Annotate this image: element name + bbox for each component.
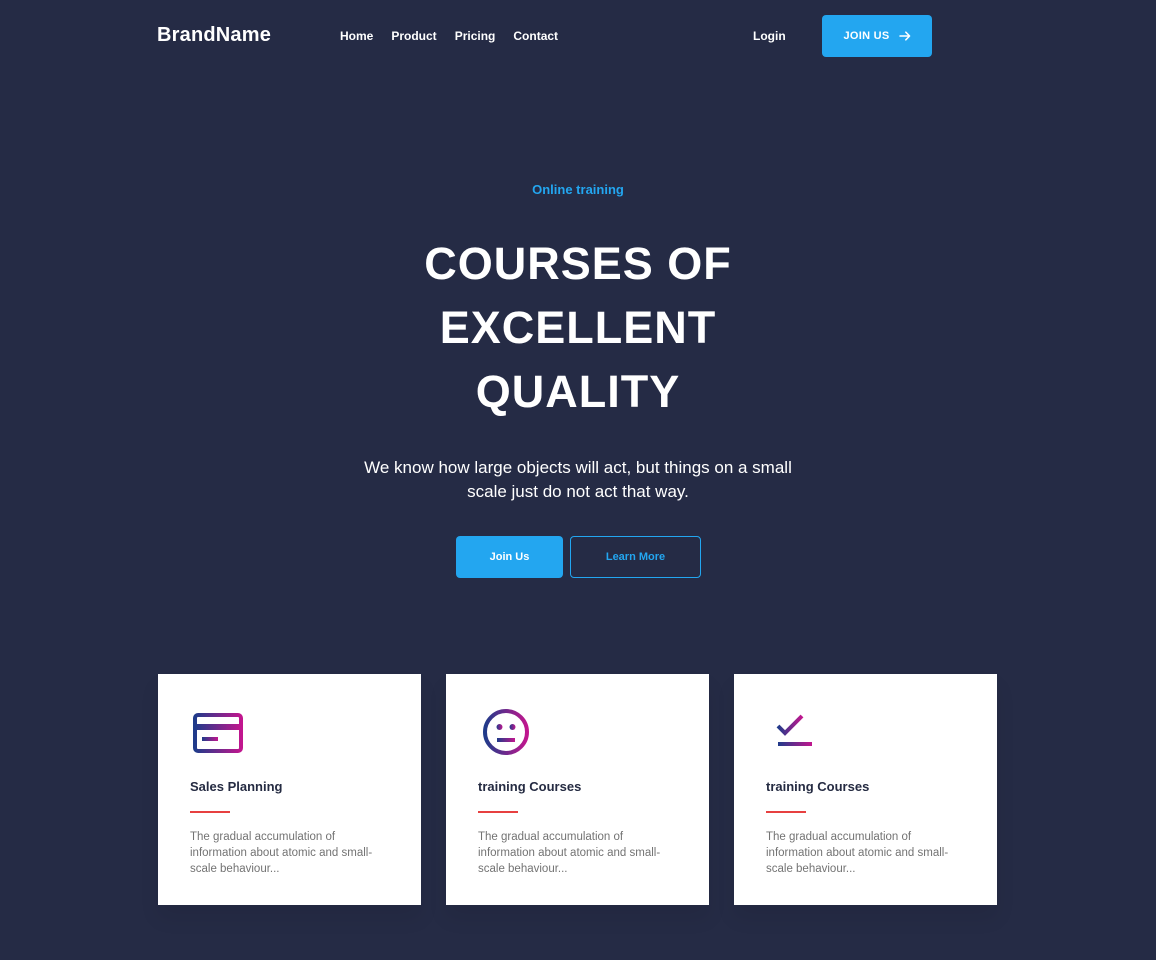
feature-card: Sales Planning The gradual accumulation … xyxy=(158,674,421,905)
main-nav: Home Product Pricing Contact xyxy=(340,29,558,43)
card-divider xyxy=(766,811,806,813)
card-title: training Courses xyxy=(766,779,870,794)
card-description: The gradual accumulation of information … xyxy=(766,831,949,875)
hero-title: COURSES OF EXCELLENT QUALITY xyxy=(378,232,778,424)
hero-title-line: COURSES OF xyxy=(424,238,732,289)
card-divider xyxy=(190,811,230,813)
hero-eyebrow: Online training xyxy=(532,182,624,197)
feature-card: training Courses The gradual accumulatio… xyxy=(734,674,997,905)
card-title: Sales Planning xyxy=(190,779,283,794)
login-link[interactable]: Login xyxy=(753,29,786,43)
feature-card: training Courses The gradual accumulatio… xyxy=(446,674,709,905)
arrow-right-icon xyxy=(898,31,911,41)
join-us-button[interactable]: Join Us xyxy=(456,536,563,578)
join-us-header-button[interactable]: JOIN US xyxy=(822,15,932,57)
nav-pricing-link[interactable]: Pricing xyxy=(455,29,496,43)
credit-card-icon xyxy=(192,708,244,760)
card-divider xyxy=(478,811,518,813)
hero-title-line: EXCELLENT xyxy=(439,302,717,353)
nav-home-link[interactable]: Home xyxy=(340,29,373,43)
card-title: training Courses xyxy=(478,779,582,794)
neutral-face-icon xyxy=(480,708,532,760)
nav-product-link[interactable]: Product xyxy=(391,29,436,43)
learn-more-button[interactable]: Learn More xyxy=(570,536,701,578)
card-description: The gradual accumulation of information … xyxy=(478,831,661,875)
join-us-header-label: JOIN US xyxy=(843,30,890,42)
nav-contact-link[interactable]: Contact xyxy=(513,29,558,43)
hero-subtitle: We know how large objects will act, but … xyxy=(364,458,792,501)
brand-logo[interactable]: BrandName xyxy=(157,24,271,47)
checkmark-icon xyxy=(768,708,820,760)
hero-title-line: QUALITY xyxy=(475,366,681,417)
card-description: The gradual accumulation of information … xyxy=(190,831,373,875)
